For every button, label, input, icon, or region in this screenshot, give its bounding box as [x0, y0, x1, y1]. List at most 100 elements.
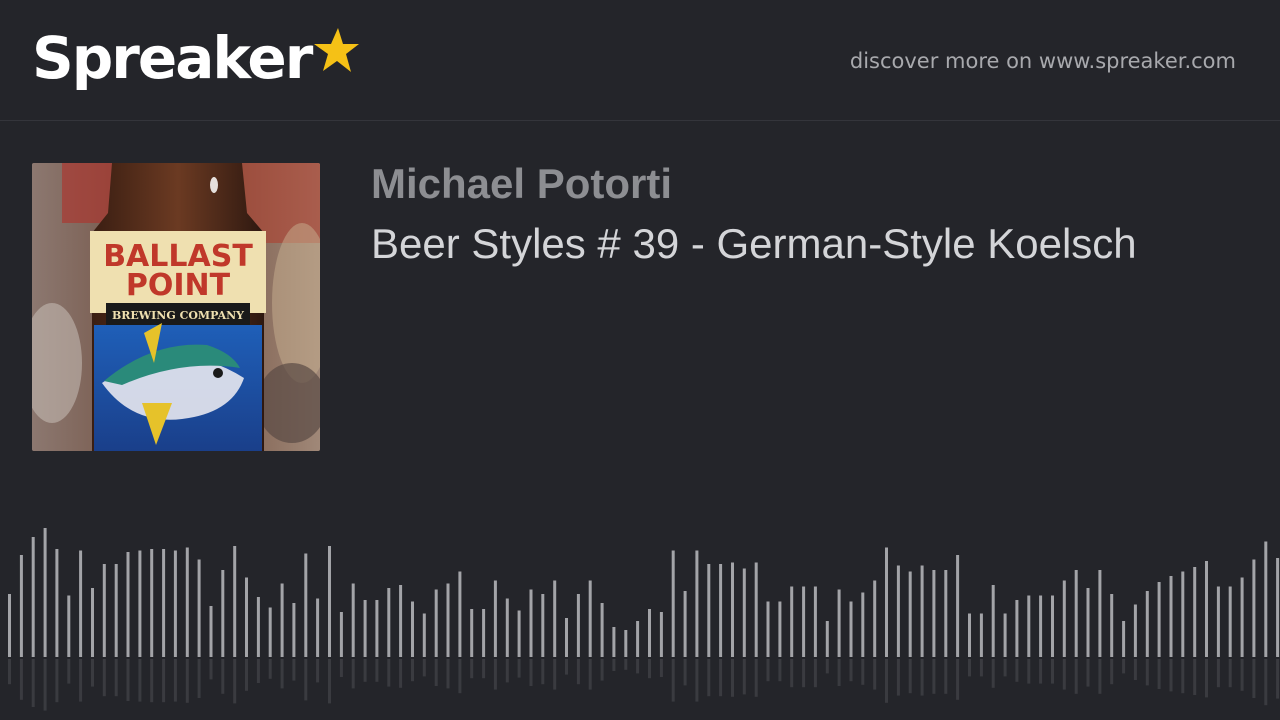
waveform-bar-reflection	[1228, 659, 1232, 688]
waveform-bar-reflection	[102, 659, 106, 697]
waveform-bar	[1252, 559, 1256, 657]
waveform-bar-reflection	[19, 659, 23, 700]
waveform-bar-reflection	[292, 659, 296, 681]
waveform-bar	[126, 552, 130, 657]
spreaker-logo[interactable]: Spreaker	[32, 22, 360, 98]
waveform-bar	[873, 580, 877, 657]
waveform-bar-reflection	[908, 659, 912, 694]
waveform-bar-reflection	[458, 659, 462, 694]
waveform-bar	[162, 549, 166, 657]
waveform-bar-reflection	[422, 659, 426, 677]
waveform-bar	[1133, 604, 1137, 657]
waveform-bar	[173, 550, 177, 657]
waveform-bar-reflection	[790, 659, 794, 688]
waveform-bar	[245, 577, 248, 657]
waveform-bar-reflection	[1216, 659, 1220, 688]
waveform-bar	[553, 580, 557, 657]
waveform-bar	[411, 601, 414, 657]
waveform-bar	[209, 606, 213, 657]
waveform-bar-reflection	[1086, 659, 1090, 687]
waveform-bar	[885, 547, 888, 657]
waveform-bar-reflection	[339, 659, 343, 677]
waveform-bar	[493, 580, 497, 657]
waveform-bar	[636, 621, 640, 657]
waveform-bar-reflection	[114, 659, 118, 697]
waveform-bar-reflection	[1240, 659, 1244, 691]
waveform-bar	[280, 583, 284, 657]
waveform-bar	[292, 603, 296, 657]
waveform-bar-reflection	[576, 659, 580, 685]
waveform-bar-reflection	[162, 659, 166, 703]
waveform-bar	[932, 570, 936, 657]
waveform-bar	[588, 580, 592, 657]
waveform-bar	[695, 550, 699, 657]
waveform-bar-reflection	[411, 659, 414, 682]
waveform-bar-reflection	[351, 659, 355, 689]
waveform-bar	[233, 546, 237, 657]
waveform-bar	[1122, 621, 1126, 657]
waveform-bar	[328, 546, 331, 657]
waveform-bar-reflection	[707, 659, 711, 697]
waveform-bar-reflection	[648, 659, 651, 679]
waveform-bar	[351, 583, 355, 657]
waveform-bar	[1062, 580, 1066, 657]
waveform-bar	[339, 612, 343, 657]
waveform-bar	[1181, 571, 1185, 657]
waveform-bar-reflection	[1133, 659, 1137, 680]
waveform-bar-reflection	[1039, 659, 1043, 684]
waveform-bar-reflection	[1015, 659, 1019, 682]
waveform-bar	[624, 630, 628, 657]
waveform-bar	[766, 601, 770, 657]
waveform-bar-reflection	[1169, 659, 1173, 692]
waveform-bar-reflection	[1003, 659, 1007, 677]
waveform-bar-reflection	[138, 659, 142, 702]
waveform-bar-reflection	[126, 659, 130, 701]
audio-waveform[interactable]	[0, 500, 1280, 720]
cover-brand-line2: POINT	[126, 268, 231, 303]
waveform-bar	[1086, 588, 1090, 657]
waveform-bar-reflection	[683, 659, 687, 686]
waveform-bar-reflection	[1062, 659, 1066, 690]
waveform-bar-reflection	[280, 659, 284, 689]
waveform-bar-reflection	[636, 659, 640, 674]
waveform-bar-reflection	[173, 659, 177, 702]
waveform-bar-reflection	[873, 659, 877, 690]
waveform-bar	[422, 613, 426, 657]
waveform-bar-reflection	[1051, 659, 1054, 684]
waveform-bar-reflection	[256, 659, 260, 683]
waveform-bar-reflection	[387, 659, 391, 687]
waveform-bar	[1216, 586, 1220, 657]
waveform-bar	[446, 583, 450, 657]
waveform-bar	[742, 568, 746, 657]
waveform-bar	[790, 586, 794, 657]
waveform-bar	[19, 555, 23, 657]
waveform-bar-reflection	[1181, 659, 1185, 694]
waveform-bar	[659, 612, 663, 657]
waveform-bar	[1193, 567, 1197, 657]
waveform-bar-reflection	[1110, 659, 1114, 685]
waveform-bar-reflection	[861, 659, 865, 685]
waveform-bar	[1098, 570, 1102, 657]
waveform-bar-reflection	[470, 659, 474, 679]
waveform-bar	[849, 601, 853, 657]
discover-link[interactable]: discover more on www.spreaker.com	[850, 46, 1236, 76]
waveform-bar-reflection	[328, 659, 331, 704]
waveform-bar	[683, 591, 687, 657]
waveform-bar	[399, 585, 403, 657]
waveform-bar-reflection	[1252, 659, 1256, 698]
waveform-bar	[671, 550, 675, 657]
episode-author[interactable]: Michael Potorti	[371, 158, 672, 210]
waveform-bar	[707, 564, 711, 657]
waveform-bar-reflection	[742, 659, 746, 695]
waveform-bar	[458, 571, 462, 657]
waveform-bar-reflection	[1193, 659, 1197, 695]
waveform-bar	[31, 537, 35, 657]
waveform-bar-reflection	[1264, 659, 1268, 706]
waveform-bar-reflection	[671, 659, 675, 702]
waveform-bar-reflection	[67, 659, 71, 684]
waveform-bar	[268, 607, 272, 657]
waveform-bar	[1074, 570, 1078, 657]
waveform-bar	[968, 613, 971, 657]
waveform-bar-reflection	[1074, 659, 1078, 694]
waveform-bar-reflection	[150, 659, 154, 703]
